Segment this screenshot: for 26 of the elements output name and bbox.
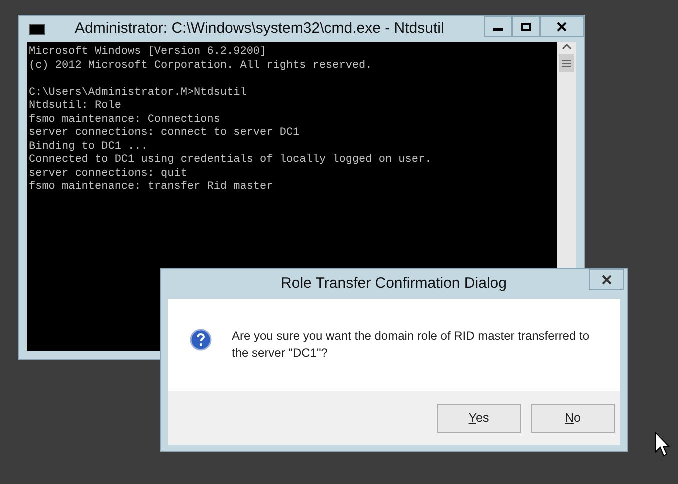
console-line: (c) 2012 Microsoft Corporation. All rights reserved. (29, 60, 374, 73)
console-line: Ntdsutil: Role (29, 100, 122, 114)
dialog-button[interactable]: No (531, 404, 615, 432)
scroll-up-icon[interactable] (562, 44, 572, 50)
console-line: fsmo maintenance: Connections (29, 114, 222, 127)
dialog-message: Are you sure you want the domain role of RID master transferred to the server "DC1"? (232, 328, 590, 362)
cursor-icon (655, 432, 670, 458)
console-icon (29, 24, 45, 34)
maximize-button[interactable] (512, 16, 540, 37)
close-icon (602, 274, 612, 284)
question-icon (190, 329, 212, 351)
console-line: server connections: connect to server DC1 (29, 127, 301, 140)
close-icon (557, 22, 567, 32)
close-button[interactable] (589, 269, 624, 290)
console-line: Binding to DC1 ... (29, 140, 149, 154)
console-line: C:\Users\Administrator.M>Ntdsutil (29, 86, 248, 100)
scroll-thumb[interactable] (559, 54, 574, 72)
console-line: Microsoft Windows [Version 6.2.9200] (29, 46, 268, 60)
console-line: server connections: quit (29, 168, 188, 181)
console-line: Connected to DC1 using credentials of locally logged on user. (29, 154, 433, 168)
console-line: fsmo maintenance: transfer Rid master (29, 181, 274, 194)
minimize-button[interactable] (484, 16, 512, 37)
dialog-button[interactable]: Yes (437, 404, 521, 432)
dialog-title: Role Transfer Confirmation Dialog (281, 274, 507, 294)
close-button[interactable] (540, 16, 584, 37)
window-title: Administrator: C:\Windows\system32\cmd.exe - Ntdsutil (75, 18, 444, 39)
